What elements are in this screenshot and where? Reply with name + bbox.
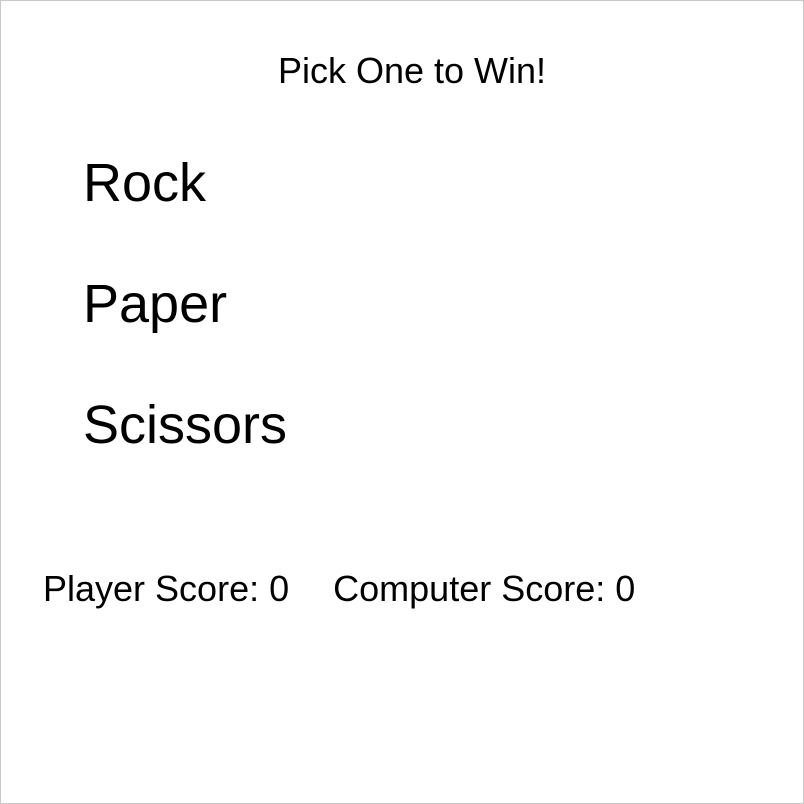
player-score: Player Score: 0 <box>43 568 290 609</box>
rock-button[interactable]: Rock <box>83 151 287 215</box>
scissors-button[interactable]: Scissors <box>83 393 287 457</box>
game-prompt: Pick One to Win! <box>277 50 547 91</box>
computer-score: Computer Score: 0 <box>333 568 636 609</box>
score-bar: Player Score: 0 Computer Score: 0 <box>43 567 635 611</box>
choice-list: Rock Paper Scissors <box>83 151 287 457</box>
game-screen: Pick One to Win! Rock Paper Scissors Pla… <box>0 0 804 804</box>
paper-button[interactable]: Paper <box>83 272 287 336</box>
